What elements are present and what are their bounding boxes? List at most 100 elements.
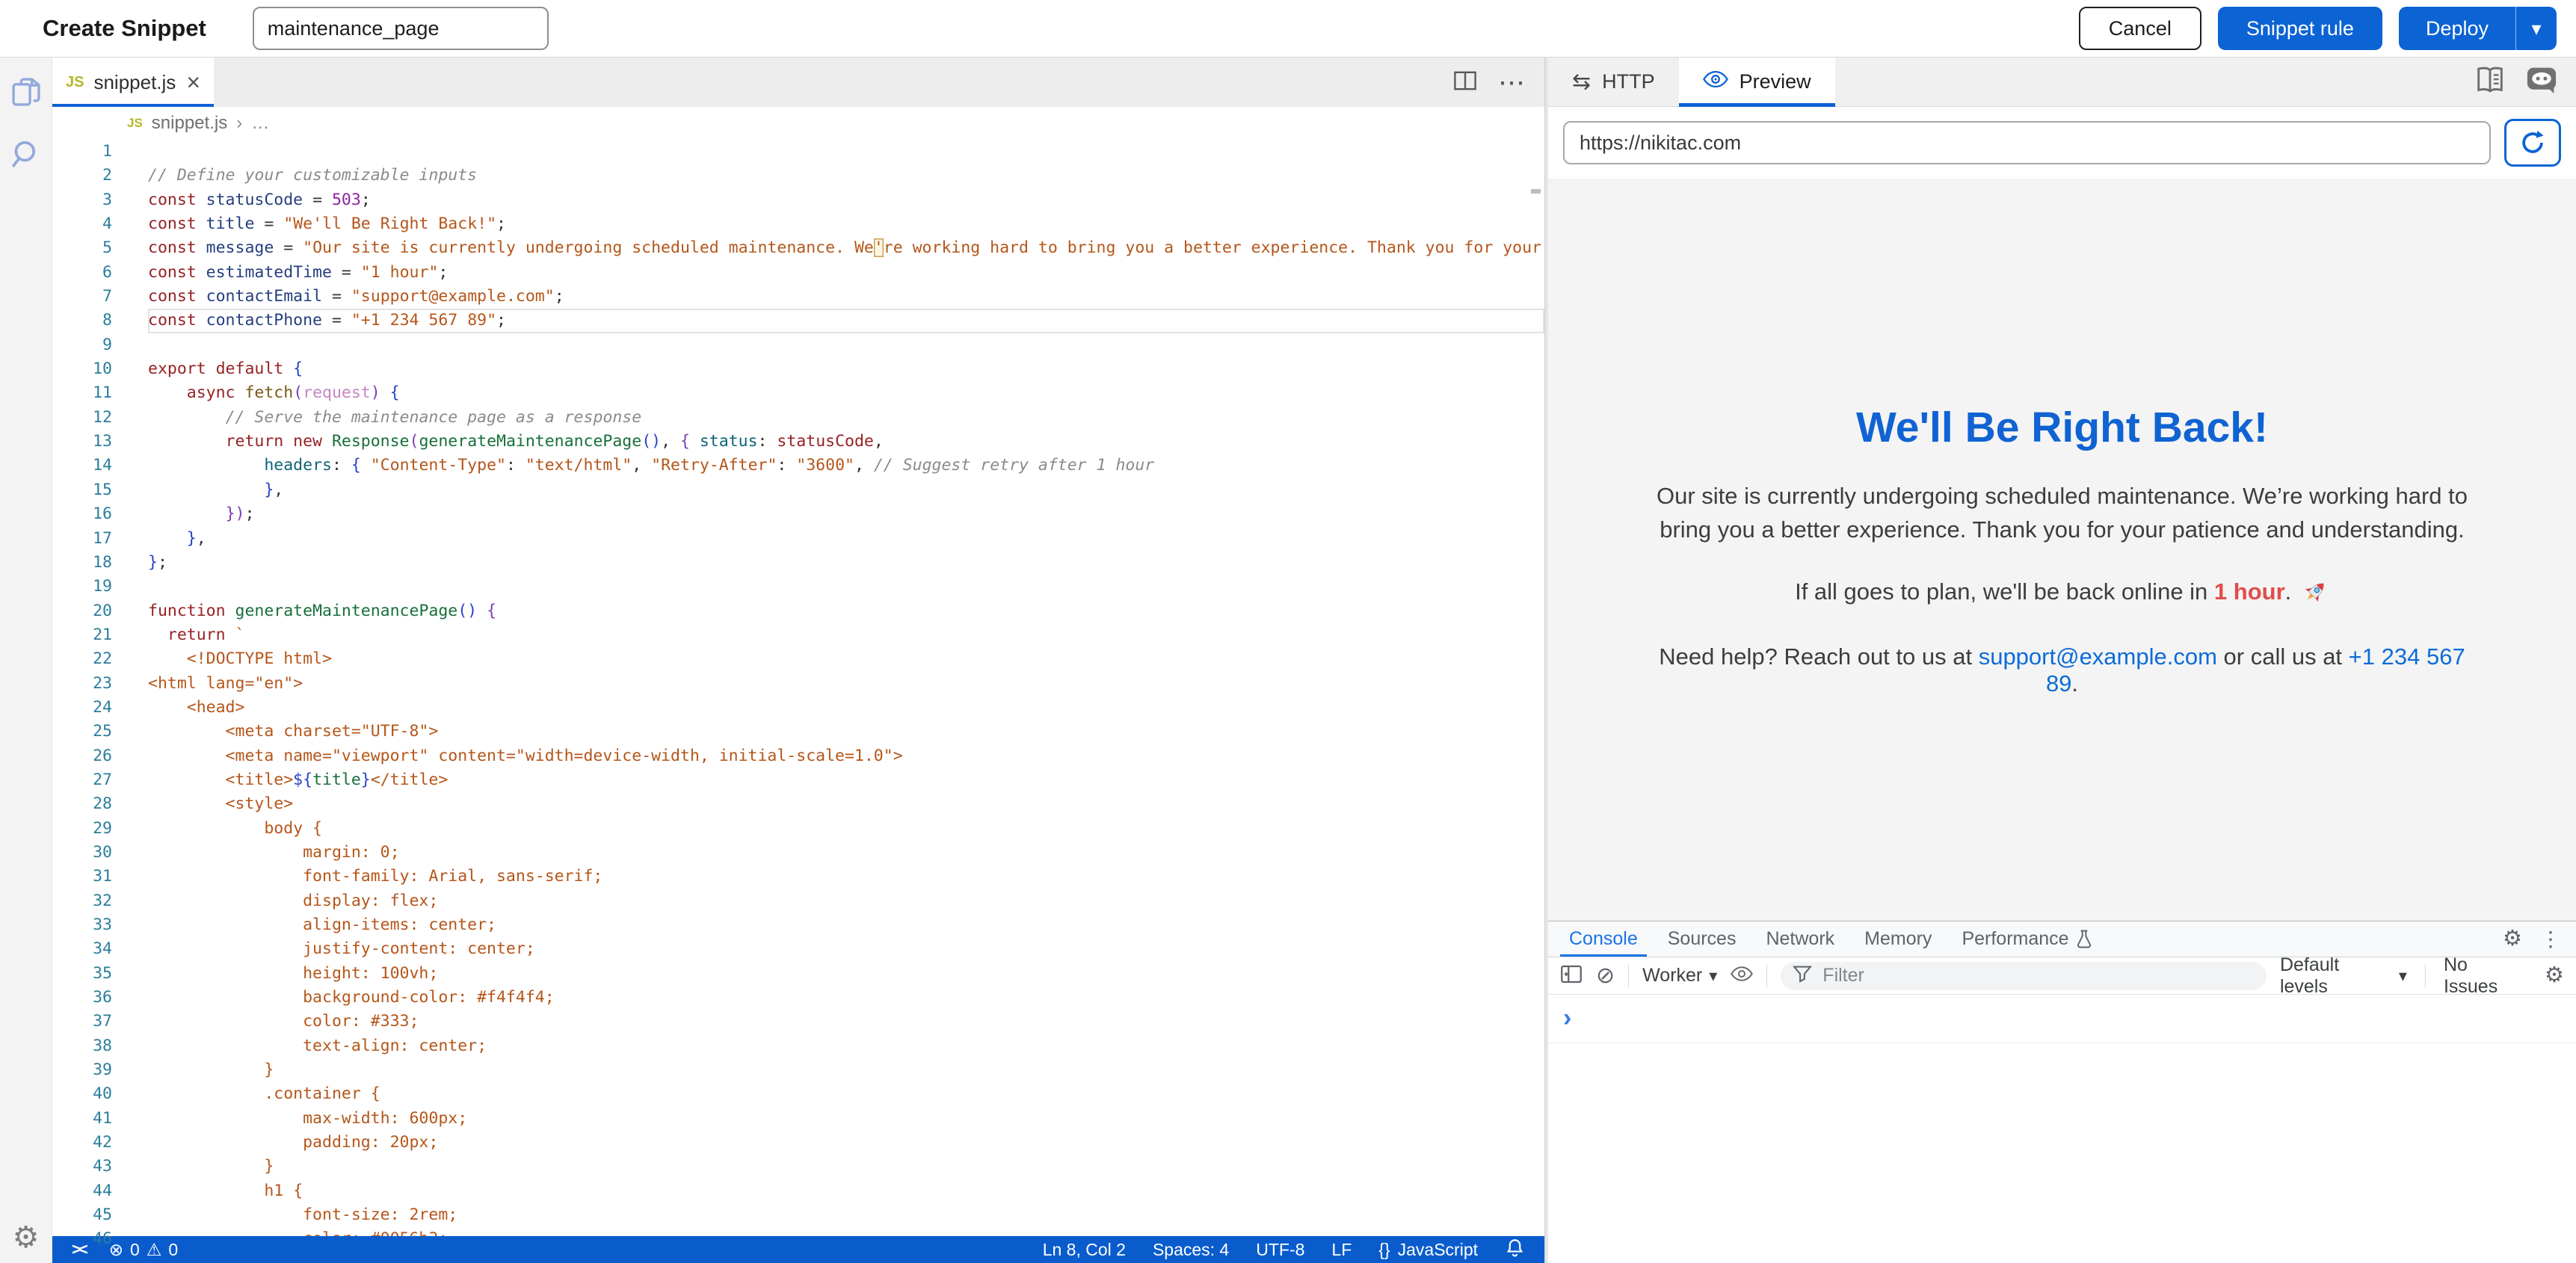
preview-url-input[interactable] bbox=[1563, 121, 2491, 164]
chevron-down-icon: ▾ bbox=[2399, 966, 2407, 986]
filter-input[interactable] bbox=[1821, 964, 2255, 987]
console-output[interactable]: › bbox=[1548, 995, 2576, 1263]
refresh-preview-button[interactable] bbox=[2504, 119, 2561, 167]
devtools-tab-performance[interactable]: Performance bbox=[1947, 921, 2107, 957]
code-line[interactable]: display: flex; bbox=[148, 889, 1544, 913]
code-line[interactable]: font-family: Arial, sans-serif; bbox=[148, 865, 1544, 889]
tab-preview[interactable]: Preview bbox=[1679, 58, 1835, 106]
line-number: 28 bbox=[52, 792, 112, 816]
breadcrumb-ellipsis[interactable]: … bbox=[251, 113, 269, 134]
more-actions-icon[interactable]: ⋯ bbox=[1498, 69, 1525, 96]
code-line[interactable]: } bbox=[148, 1155, 1544, 1179]
code-line[interactable]: headers: { "Content-Type": "text/html", … bbox=[148, 454, 1544, 478]
code-line[interactable]: color: #0056b3; bbox=[148, 1227, 1544, 1236]
context-selector[interactable]: Worker ▾ bbox=[1642, 965, 1717, 986]
devtools-tab-sources[interactable]: Sources bbox=[1653, 921, 1751, 957]
code-line[interactable]: function generateMaintenancePage() { bbox=[148, 599, 1544, 623]
code-line[interactable]: const title = "We'll Be Right Back!"; bbox=[148, 212, 1544, 236]
code-line[interactable]: <title>${title}</title> bbox=[148, 768, 1544, 792]
code-line[interactable]: } bbox=[148, 1058, 1544, 1082]
code-line[interactable]: font-size: 2rem; bbox=[148, 1203, 1544, 1227]
indentation-setting[interactable]: Spaces: 4 bbox=[1153, 1240, 1229, 1260]
encoding-setting[interactable]: UTF-8 bbox=[1256, 1240, 1304, 1260]
code-line[interactable]: align-items: center; bbox=[148, 913, 1544, 937]
devtools-settings-gear-icon[interactable]: ⚙ bbox=[2503, 928, 2522, 950]
files-icon[interactable] bbox=[10, 75, 43, 112]
tab-snippet-js[interactable]: JS snippet.js × bbox=[52, 58, 214, 107]
code-line[interactable]: background-color: #f4f4f4; bbox=[148, 986, 1544, 1010]
code-line[interactable]: const message = "Our site is currently u… bbox=[148, 236, 1544, 260]
code-line[interactable]: export default { bbox=[148, 357, 1544, 381]
problems-indicator[interactable]: ⊗ 0 ⚠ 0 bbox=[109, 1240, 179, 1260]
code-line[interactable]: // Define your customizable inputs bbox=[148, 164, 1544, 188]
code-line[interactable]: const estimatedTime = "1 hour"; bbox=[148, 261, 1544, 285]
console-settings-gear-icon[interactable]: ⚙ bbox=[2545, 965, 2564, 986]
code-line[interactable]: }; bbox=[148, 551, 1544, 575]
code-line[interactable]: body { bbox=[148, 817, 1544, 841]
close-tab-icon[interactable]: × bbox=[186, 70, 200, 94]
tab-http[interactable]: ⇆ HTTP bbox=[1548, 58, 1679, 106]
code-line[interactable]: <style> bbox=[148, 792, 1544, 816]
code-line[interactable]: <meta name="viewport" content="width=dev… bbox=[148, 744, 1544, 768]
breadcrumb-file[interactable]: snippet.js bbox=[152, 113, 227, 134]
code-line[interactable]: <!DOCTYPE html> bbox=[148, 647, 1544, 671]
code-line[interactable]: justify-content: center; bbox=[148, 937, 1544, 961]
issues-counter[interactable]: No Issues bbox=[2444, 954, 2527, 998]
code-line[interactable] bbox=[148, 575, 1544, 599]
code-line[interactable]: .container { bbox=[148, 1082, 1544, 1106]
code-line[interactable]: <head> bbox=[148, 696, 1544, 720]
devtools-tab-network[interactable]: Network bbox=[1751, 921, 1849, 957]
code-line[interactable]: }, bbox=[148, 478, 1544, 502]
live-expression-eye-icon[interactable] bbox=[1731, 965, 1753, 986]
console-filter[interactable] bbox=[1781, 962, 2267, 990]
devtools-tab-console[interactable]: Console bbox=[1554, 921, 1653, 957]
code-line[interactable]: color: #333; bbox=[148, 1010, 1544, 1034]
code-editor[interactable]: 1234567891011121314151617181920212223242… bbox=[52, 140, 1544, 1236]
devtools-tab-memory[interactable]: Memory bbox=[1849, 921, 1947, 957]
code-line[interactable] bbox=[148, 140, 1544, 164]
code-line[interactable]: padding: 20px; bbox=[148, 1131, 1544, 1155]
cursor-position[interactable]: Ln 8, Col 2 bbox=[1043, 1240, 1126, 1260]
notifications-bell-icon[interactable] bbox=[1505, 1238, 1525, 1262]
tab-label: snippet.js bbox=[93, 71, 176, 94]
code-line[interactable]: height: 100vh; bbox=[148, 962, 1544, 986]
deploy-dropdown-caret-icon[interactable]: ▾ bbox=[2515, 7, 2557, 50]
split-editor-icon[interactable] bbox=[1453, 70, 1477, 95]
log-levels-dropdown[interactable]: Default levels ▾ bbox=[2280, 954, 2407, 998]
code-line[interactable]: const contactEmail = "support@example.co… bbox=[148, 285, 1544, 309]
devtools-kebab-menu-icon[interactable]: ⋮ bbox=[2540, 929, 2561, 950]
code-line[interactable]: <meta charset="UTF-8"> bbox=[148, 720, 1544, 744]
toggle-sidebar-icon[interactable] bbox=[1560, 964, 1583, 988]
code-line[interactable]: text-align: center; bbox=[148, 1034, 1544, 1058]
discord-icon[interactable] bbox=[2525, 65, 2558, 99]
clear-console-icon[interactable]: ⊘ bbox=[1596, 965, 1615, 987]
code-line[interactable]: return new Response(generateMaintenanceP… bbox=[148, 430, 1544, 454]
language-mode[interactable]: {} JavaScript bbox=[1378, 1240, 1478, 1260]
console-prompt-row[interactable]: › bbox=[1548, 995, 2576, 1043]
deploy-split-button[interactable]: Deploy ▾ bbox=[2399, 7, 2557, 50]
docs-book-icon[interactable] bbox=[2473, 65, 2507, 99]
toolbar-divider bbox=[1628, 965, 1629, 987]
code-line[interactable]: return ` bbox=[148, 623, 1544, 647]
code-line[interactable]: margin: 0; bbox=[148, 841, 1544, 865]
code-line[interactable]: const statusCode = 503; bbox=[148, 188, 1544, 212]
breadcrumb[interactable]: JS snippet.js › … bbox=[52, 107, 1544, 140]
snippet-rule-button[interactable]: Snippet rule bbox=[2218, 7, 2382, 50]
code-line[interactable]: }, bbox=[148, 527, 1544, 551]
cancel-button[interactable]: Cancel bbox=[2079, 7, 2201, 50]
code-line[interactable]: const contactPhone = "+1 234 567 89"; bbox=[148, 309, 1544, 333]
search-icon[interactable] bbox=[10, 138, 43, 174]
code-line[interactable]: max-width: 600px; bbox=[148, 1107, 1544, 1131]
settings-gear-icon[interactable]: ⚙ bbox=[13, 1223, 40, 1253]
code-line[interactable]: }); bbox=[148, 502, 1544, 526]
deploy-button[interactable]: Deploy bbox=[2399, 7, 2515, 50]
code-line[interactable]: async fetch(request) { bbox=[148, 381, 1544, 405]
snippet-name-input[interactable] bbox=[253, 7, 549, 50]
code-line[interactable] bbox=[148, 333, 1544, 357]
code-line[interactable]: // Serve the maintenance page as a respo… bbox=[148, 406, 1544, 430]
code-line[interactable]: <html lang="en"> bbox=[148, 672, 1544, 696]
code-content[interactable]: // Define your customizable inputsconst … bbox=[124, 140, 1544, 1236]
support-email-link[interactable]: support@example.com bbox=[1979, 643, 2217, 670]
code-line[interactable]: h1 { bbox=[148, 1179, 1544, 1203]
eol-setting[interactable]: LF bbox=[1331, 1240, 1352, 1260]
